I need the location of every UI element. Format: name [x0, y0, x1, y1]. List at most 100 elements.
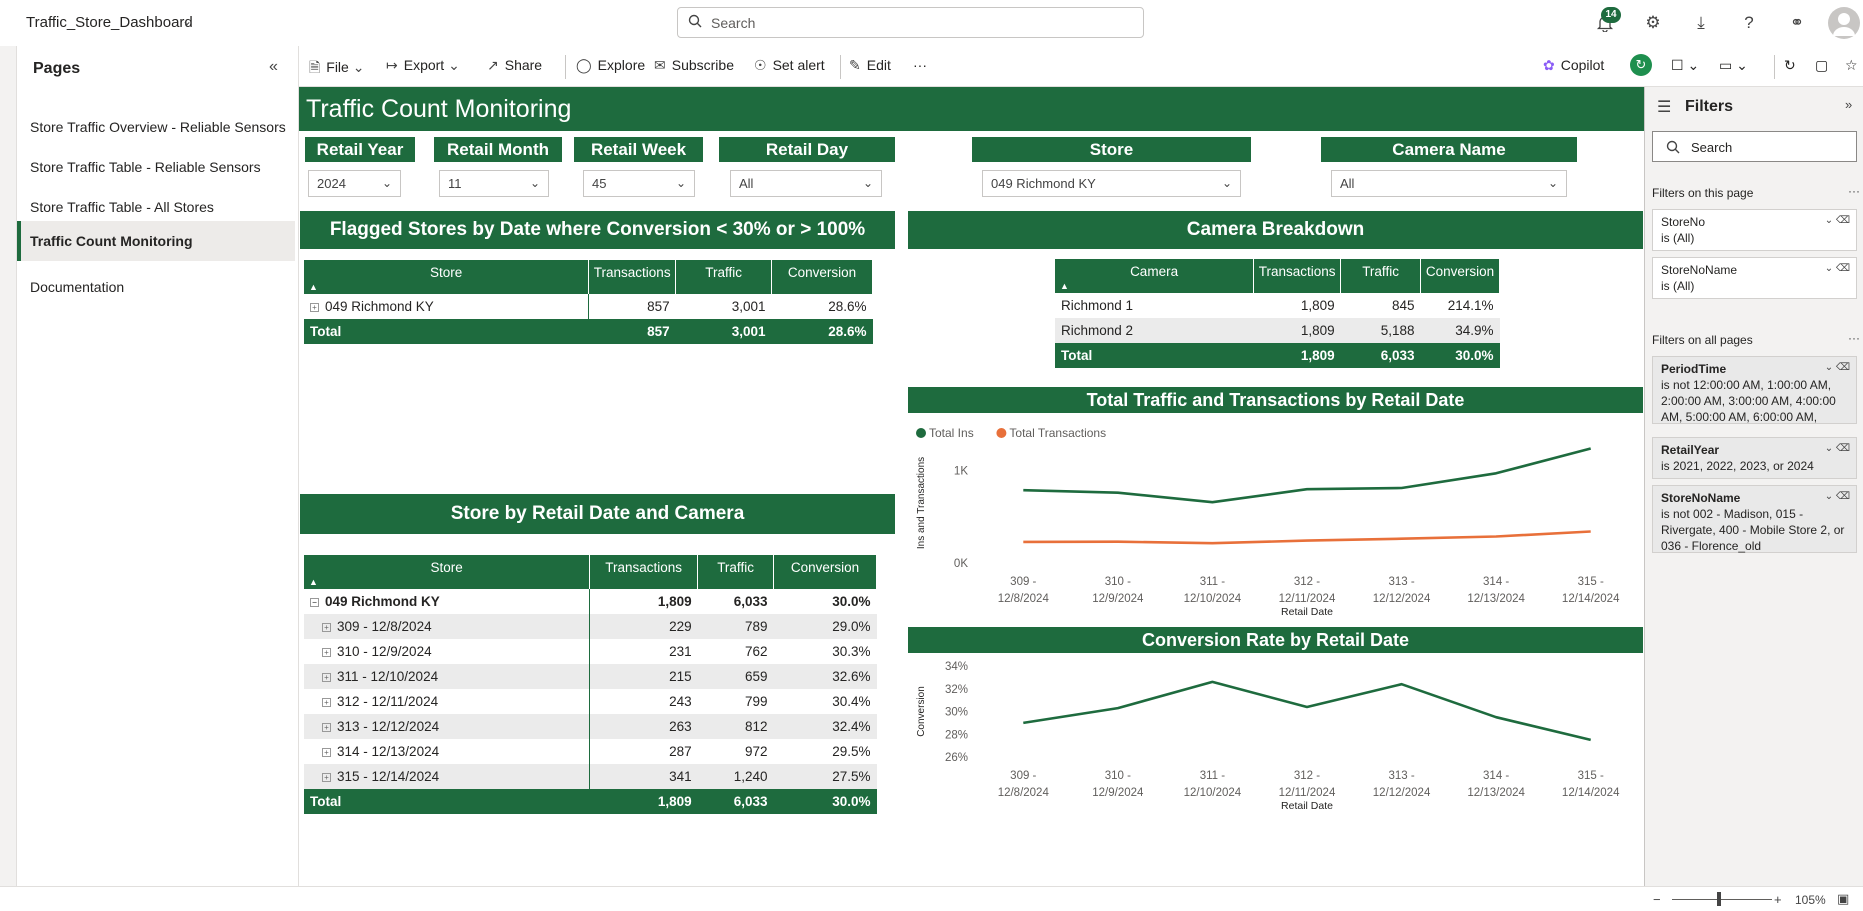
date-label: 315 - 12/14/2024: [337, 769, 440, 784]
slicer-label-store: Store: [972, 137, 1251, 162]
row-date-cell[interactable]: +312 - 12/11/2024: [304, 689, 591, 714]
header-label: Store: [429, 265, 463, 280]
row-date-cell[interactable]: +310 - 12/9/2024: [304, 639, 591, 664]
expand-icon[interactable]: +: [322, 672, 331, 682]
column-header-conversion[interactable]: Conversion: [1420, 259, 1500, 293]
traffic-transactions-line-chart[interactable]: Ins and Transactions 0K 1K 309 - 12/8/2024 31…: [908, 415, 1643, 615]
retail-day-slicer[interactable]: All ⌄: [730, 170, 882, 197]
set-alert-button[interactable]: ☉ Set alert: [754, 57, 825, 74]
gear-icon[interactable]: ⚙: [1640, 10, 1666, 36]
share-label: Share: [504, 57, 543, 73]
collapse-filters-icon[interactable]: »: [1845, 97, 1852, 112]
zoom-in-icon[interactable]: +: [1774, 892, 1782, 907]
explore-button[interactable]: ◯ Explore: [576, 57, 645, 74]
column-header-conversion[interactable]: Conversion: [771, 260, 873, 294]
row-date-cell[interactable]: +309 - 12/8/2024: [304, 614, 591, 639]
column-header-store[interactable]: Store ▲: [304, 555, 591, 589]
expand-icon[interactable]: +: [322, 622, 331, 632]
share-people-icon[interactable]: ⚭: [1784, 10, 1810, 36]
column-header-traffic[interactable]: Traffic: [1340, 259, 1422, 293]
column-header-store[interactable]: Store ▲: [304, 260, 590, 294]
filter-controls-icon[interactable]: ⌄ ⌫: [1825, 261, 1850, 277]
retail-month-slicer[interactable]: 11 ⌄: [439, 170, 549, 197]
expand-icon[interactable]: +: [322, 772, 331, 782]
favorite-icon[interactable]: ☆: [1845, 57, 1858, 74]
column-header-conversion[interactable]: Conversion: [773, 555, 877, 589]
edit-button[interactable]: ✎ Edit: [849, 57, 891, 74]
collapse-icon[interactable]: «: [269, 58, 278, 76]
flagged-stores-matrix: Store ▲ Transactions Traffic Conversion +…: [304, 260, 873, 344]
filter-controls-icon[interactable]: ⌄ ⌫: [1825, 441, 1850, 457]
page-item[interactable]: Store Traffic Overview - Reliable Sensor…: [17, 107, 295, 147]
expand-icon[interactable]: +: [322, 722, 331, 732]
avatar[interactable]: [1828, 7, 1860, 39]
more-options-icon[interactable]: ···: [913, 57, 927, 73]
filter-controls-icon[interactable]: ⌄ ⌫: [1825, 360, 1850, 376]
expand-icon[interactable]: +: [310, 302, 319, 312]
filter-card-retailyear[interactable]: RetailYear is 2021, 2022, 2023, or 2024 …: [1652, 437, 1857, 479]
more-options-icon[interactable]: ···: [1848, 184, 1860, 198]
retail-year-slicer[interactable]: 2024 ⌄: [308, 170, 401, 197]
bookmark-icon[interactable]: ☐ ⌄: [1671, 57, 1699, 74]
column-header-camera[interactable]: Camera ▲: [1055, 259, 1255, 293]
subscribe-button[interactable]: ✉ Subscribe: [654, 57, 734, 74]
column-header-traffic[interactable]: Traffic: [675, 260, 773, 294]
total-label: Total: [304, 789, 590, 814]
total-traffic: 3,001: [675, 319, 772, 344]
refresh-icon[interactable]: ↻: [1784, 57, 1796, 74]
y-tick-label: 28%: [945, 729, 968, 741]
filter-card-periodtime[interactable]: PeriodTime is not 12:00:00 AM, 1:00:00 A…: [1652, 356, 1857, 424]
x-tick-label: 12/12/2024: [1373, 787, 1431, 799]
fit-page-icon[interactable]: ▣: [1837, 891, 1849, 907]
row-date-cell[interactable]: +314 - 12/13/2024: [304, 739, 591, 764]
camera-name-slicer[interactable]: All ⌄: [1331, 170, 1567, 197]
store-slicer[interactable]: 049 Richmond KY ⌄: [982, 170, 1241, 197]
edit-label: Edit: [866, 57, 891, 73]
expand-icon[interactable]: +: [322, 647, 331, 657]
more-options-icon[interactable]: ···: [1848, 331, 1860, 345]
help-icon[interactable]: ?: [1736, 10, 1762, 36]
column-header-traffic[interactable]: Traffic: [697, 555, 775, 589]
column-header-transactions[interactable]: Transactions: [588, 260, 677, 294]
share-button[interactable]: ↗ Share: [487, 57, 542, 74]
filter-search-input[interactable]: Search: [1652, 131, 1857, 162]
x-tick-label: 12/10/2024: [1184, 787, 1242, 799]
refresh-visual-icon[interactable]: ↻: [1630, 54, 1652, 76]
filter-controls-icon[interactable]: ⌄ ⌫: [1825, 213, 1850, 229]
row-date-cell[interactable]: +311 - 12/10/2024: [304, 664, 591, 689]
expand-icon[interactable]: +: [322, 747, 331, 757]
row-store-cell[interactable]: −049 Richmond KY: [304, 589, 591, 614]
zoom-slider[interactable]: [1672, 899, 1772, 900]
collapse-icon[interactable]: −: [310, 597, 319, 607]
filter-card-storenoname[interactable]: StoreNoName is (All) ⌄ ⌫: [1652, 257, 1857, 299]
row-date-cell[interactable]: +313 - 12/12/2024: [304, 714, 591, 739]
column-header-transactions[interactable]: Transactions: [589, 555, 699, 589]
view-icon[interactable]: ▭ ⌄: [1719, 57, 1748, 74]
page-item[interactable]: Documentation: [17, 267, 295, 307]
export-menu[interactable]: ↦ Export ⌄: [386, 57, 466, 74]
filter-name: PeriodTime: [1661, 362, 1727, 376]
chevron-down-icon[interactable]: ⌄: [182, 14, 192, 28]
x-tick-label: 312 -: [1294, 770, 1320, 782]
top-bar: Traffic_Store_Dashboard ⌄ Search 14 ⚙ ⤓ …: [0, 0, 1863, 46]
conversion-line-chart[interactable]: Conversion 26% 28% 30% 32% 34% 309 - 12/8/2024 3…: [908, 654, 1643, 829]
retail-week-slicer[interactable]: 45 ⌄: [583, 170, 695, 197]
row-store-cell[interactable]: +049 Richmond KY: [304, 294, 590, 319]
filter-card-storenoname-all[interactable]: StoreNoName is not 002 - Madison, 015 - …: [1652, 485, 1857, 553]
filter-card-storeno[interactable]: StoreNo is (All) ⌄ ⌫: [1652, 209, 1857, 251]
zoom-out-icon[interactable]: −: [1653, 892, 1661, 907]
copilot-button[interactable]: ✿ Copilot: [1543, 57, 1604, 74]
column-header-transactions[interactable]: Transactions: [1253, 259, 1342, 293]
filters-title: Filters: [1685, 98, 1734, 115]
row-date-cell[interactable]: +315 - 12/14/2024: [304, 764, 591, 789]
comment-icon[interactable]: ▢: [1815, 57, 1828, 74]
search-input[interactable]: Search: [677, 7, 1144, 38]
zoom-slider-thumb[interactable]: [1717, 892, 1721, 906]
download-icon[interactable]: ⤓: [1688, 10, 1714, 36]
app-title[interactable]: Traffic_Store_Dashboard: [26, 14, 193, 31]
page-item-active[interactable]: Traffic Count Monitoring: [17, 221, 295, 261]
page-item[interactable]: Store Traffic Table - Reliable Sensors: [17, 147, 295, 187]
filter-controls-icon[interactable]: ⌄ ⌫: [1825, 489, 1850, 505]
expand-icon[interactable]: +: [322, 697, 331, 707]
file-menu[interactable]: 🗎 File ⌄: [309, 57, 370, 81]
